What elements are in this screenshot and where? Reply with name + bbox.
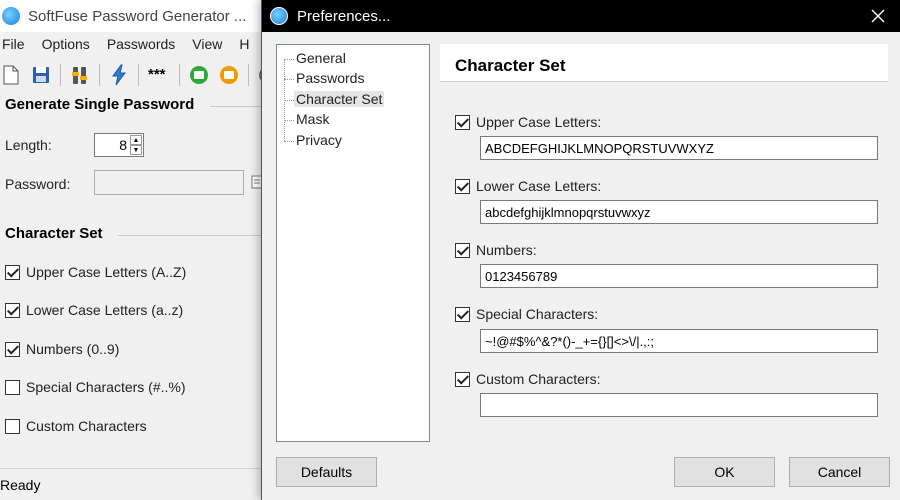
toolbar-separator [138, 64, 139, 86]
special-field-checkbox[interactable] [455, 306, 470, 322]
tree-item-privacy[interactable]: Privacy [294, 132, 344, 148]
upper-case-field-option[interactable]: Upper Case Letters: [455, 114, 601, 130]
upper-case-option[interactable]: Upper Case Letters (A..Z) [5, 264, 186, 280]
lower-case-field-checkbox[interactable] [455, 178, 470, 194]
custom-field-option[interactable]: Custom Characters: [455, 371, 600, 387]
tree-item-general[interactable]: General [294, 50, 348, 66]
mask-label: *** [148, 66, 166, 83]
lower-case-field-option[interactable]: Lower Case Letters: [455, 178, 601, 194]
main-window-title: SoftFuse Password Generator ... [28, 7, 247, 25]
lower-case-option[interactable]: Lower Case Letters (a..z) [5, 302, 183, 318]
orange-db-icon[interactable] [218, 64, 240, 86]
save-icon[interactable] [30, 64, 52, 86]
close-icon [871, 9, 885, 23]
special-field-label: Special Characters: [476, 306, 599, 322]
tree-connector [284, 79, 294, 80]
new-doc-icon[interactable] [0, 64, 22, 86]
preferences-dialog: Preferences... General Passwords Charact… [261, 0, 900, 500]
upper-case-field-label: Upper Case Letters: [476, 114, 602, 130]
defaults-button[interactable]: Defaults [276, 457, 377, 487]
app-logo-icon [270, 7, 288, 25]
status-bar: Ready [0, 468, 262, 500]
custom-field-label: Custom Characters: [476, 371, 601, 387]
status-text: Ready [0, 477, 41, 493]
custom-chars-checkbox[interactable] [5, 418, 20, 434]
toolbar-separator [248, 64, 249, 86]
special-chars-label: Special Characters (#..%) [26, 379, 186, 395]
tree-connector [284, 120, 294, 121]
menu-file[interactable]: File [0, 33, 33, 57]
settings-icon[interactable] [69, 64, 91, 86]
numbers-chars-input[interactable] [480, 264, 878, 288]
menu-options[interactable]: Options [40, 33, 98, 57]
special-field-option[interactable]: Special Characters: [455, 306, 598, 322]
menu-view[interactable]: View [190, 33, 230, 57]
length-stepper[interactable]: 8 ▲ ▼ [94, 133, 144, 157]
toolbar-separator [99, 64, 100, 86]
lower-case-checkbox[interactable] [5, 302, 20, 318]
special-chars-input[interactable] [480, 329, 878, 353]
upper-case-label: Upper Case Letters (A..Z) [26, 264, 187, 280]
green-db-icon[interactable] [188, 64, 210, 86]
numbers-field-option[interactable]: Numbers: [455, 242, 537, 258]
custom-field-checkbox[interactable] [455, 371, 470, 387]
tree-connector [284, 59, 294, 60]
panel-header: Character Set [440, 44, 888, 82]
app-logo-icon [2, 7, 20, 25]
length-label: Length: [5, 137, 52, 153]
toolbar-separator [179, 64, 180, 86]
lower-case-label: Lower Case Letters (a..z) [26, 302, 184, 318]
special-chars-checkbox[interactable] [5, 379, 20, 395]
password-label: Password: [5, 176, 71, 192]
length-value: 8 [119, 137, 127, 153]
password-output-field[interactable] [94, 170, 244, 195]
close-button[interactable] [855, 0, 900, 32]
toolbar-separator [60, 64, 61, 86]
tree-item-character-set[interactable]: Character Set [294, 91, 385, 107]
menu-bar: File Options Passwords View H [0, 33, 265, 57]
group-divider [210, 106, 262, 107]
numbers-option[interactable]: Numbers (0..9) [5, 341, 119, 357]
tree-connector [284, 100, 294, 101]
stepper-up-icon[interactable]: ▲ [130, 135, 142, 145]
upper-case-checkbox[interactable] [5, 264, 20, 280]
menu-passwords[interactable]: Passwords [105, 33, 183, 57]
generate-password-heading: Generate Single Password [5, 96, 195, 113]
upper-case-field-checkbox[interactable] [455, 114, 470, 130]
tree-item-passwords[interactable]: Passwords [294, 70, 366, 86]
panel-title: Character Set [455, 56, 566, 75]
lower-case-chars-input[interactable] [480, 200, 878, 224]
numbers-label: Numbers (0..9) [26, 341, 120, 357]
lower-case-field-label: Lower Case Letters: [476, 178, 602, 194]
tree-connector [284, 141, 294, 142]
menu-help[interactable]: H [237, 33, 257, 57]
cancel-button[interactable]: Cancel [789, 457, 890, 487]
ok-button[interactable]: OK [674, 457, 775, 487]
mask-icon[interactable]: *** [147, 64, 171, 86]
numbers-field-checkbox[interactable] [455, 242, 470, 258]
dialog-title-bar: Preferences... [262, 0, 900, 32]
tree-item-mask[interactable]: Mask [294, 111, 331, 127]
dialog-title: Preferences... [297, 7, 391, 25]
upper-case-chars-input[interactable] [480, 136, 878, 160]
numbers-field-label: Numbers: [476, 242, 537, 258]
stepper-down-icon[interactable]: ▼ [130, 145, 142, 155]
numbers-checkbox[interactable] [5, 341, 20, 357]
group-divider [118, 235, 262, 236]
custom-chars-input[interactable] [480, 393, 878, 417]
custom-chars-option[interactable]: Custom Characters [5, 418, 147, 434]
toolbar: *** [0, 60, 287, 90]
custom-chars-label: Custom Characters [26, 418, 147, 434]
lightning-icon[interactable] [108, 64, 130, 86]
special-chars-option[interactable]: Special Characters (#..%) [5, 379, 186, 395]
charset-heading: Character Set [5, 225, 103, 242]
preferences-tree: General Passwords Character Set Mask Pri… [276, 44, 430, 442]
